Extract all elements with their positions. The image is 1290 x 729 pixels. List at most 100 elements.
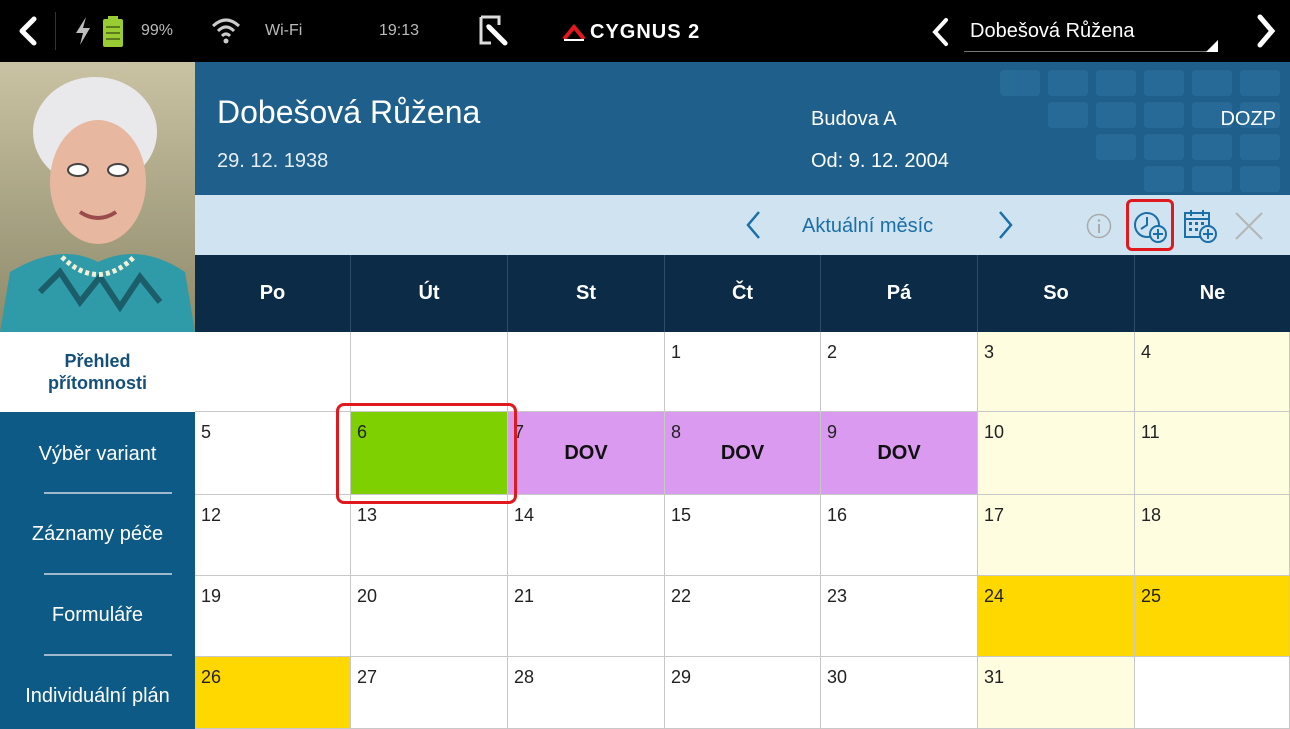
calendar-day-cell[interactable]: 29 [665, 657, 821, 729]
day-number: 27 [357, 667, 378, 687]
weekday-mon: Po [195, 255, 351, 332]
bolt-icon [76, 17, 90, 45]
calendar-day-cell[interactable]: 9 DOV [821, 412, 978, 495]
weekday-fri: Pá [821, 255, 978, 332]
highlight-day-6 [336, 403, 517, 504]
calendar-day-cell[interactable] [1135, 657, 1290, 729]
app-logo: CYGNUS 2 [562, 20, 700, 44]
next-month-icon[interactable] [995, 209, 1015, 241]
day-number: 9 [827, 422, 838, 442]
calendar-day-cell[interactable]: 5 [195, 412, 351, 495]
patient-building: Budova A [811, 108, 897, 130]
day-number: 23 [827, 586, 848, 606]
day-number: 2 [827, 342, 838, 362]
day-number: 11 [1141, 422, 1160, 442]
next-patient-icon[interactable] [1254, 14, 1278, 48]
calendar-day-cell[interactable]: 1 [665, 332, 821, 412]
day-number: 26 [201, 667, 222, 687]
patient-selector[interactable]: Dobešová Růžena [970, 20, 1135, 43]
highlight-add-time [1126, 199, 1174, 251]
calendar-day-cell[interactable]: 14 [508, 495, 665, 576]
calendar-day-cell[interactable]: 7 DOV [508, 412, 665, 495]
day-number: 19 [201, 586, 222, 606]
calendar-day-cell[interactable]: 11 [1135, 412, 1290, 495]
calendar-day-cell[interactable]: 24 [978, 576, 1135, 657]
sidebar-item-care-records[interactable]: Záznamy péče [0, 494, 195, 574]
calendar-day-cell[interactable] [195, 332, 351, 412]
day-number: 18 [1141, 505, 1162, 525]
sidebar-item-attendance[interactable]: Přehled přítomnosti [0, 332, 195, 412]
edit-icon[interactable] [477, 13, 511, 47]
patient-name: Dobešová Růžena [217, 94, 481, 130]
calendar-day-cell[interactable]: 23 [821, 576, 978, 657]
weekday-wed: St [508, 255, 665, 332]
battery-percent: 99% [141, 22, 174, 39]
weekday-thu: Čt [665, 255, 821, 332]
sidebar-item-label: Formuláře [51, 603, 144, 626]
calendar-day-cell[interactable]: 27 [351, 657, 508, 729]
calendar-day-cell[interactable]: 4 [1135, 332, 1290, 412]
day-number: 16 [827, 505, 848, 525]
back-icon[interactable] [14, 16, 42, 46]
calendar-day-cell[interactable]: 22 [665, 576, 821, 657]
calendar-day-cell[interactable]: 13 [351, 495, 508, 576]
sidebar-item-individual-plan[interactable]: Individuální plán [0, 656, 195, 729]
calendar-day-cell[interactable]: 19 [195, 576, 351, 657]
calendar-day-cell[interactable]: 30 [821, 657, 978, 729]
day-number: 4 [1141, 342, 1152, 362]
sidebar-item-variants[interactable]: Výběr variant [0, 414, 195, 494]
calendar-day-cell[interactable]: 18 [1135, 495, 1290, 576]
day-number: 15 [671, 505, 692, 525]
calendar-day-cell[interactable]: 3 [978, 332, 1135, 412]
sidebar: Přehled přítomnosti Výběr variant Záznam… [0, 332, 195, 729]
day-number: 30 [827, 667, 848, 687]
logo-mark-icon [562, 23, 586, 41]
day-number: 21 [514, 586, 535, 606]
status-bar: 99% Wi-Fi 19:13 CYGNUS 2 Dobešová Růžena [0, 0, 1290, 62]
calendar-day-cell[interactable]: 28 [508, 657, 665, 729]
calendar-day-cell[interactable]: 2 [821, 332, 978, 412]
service-type: DOZP [1220, 108, 1276, 130]
sidebar-item-label: Individuální plán [25, 684, 170, 707]
calendar-day-cell[interactable] [351, 332, 508, 412]
calendar-day-cell[interactable]: 15 [665, 495, 821, 576]
status-separator [55, 12, 56, 50]
calendar-day-cell[interactable]: 21 [508, 576, 665, 657]
calendar-day-cell[interactable]: 31 [978, 657, 1135, 729]
dropdown-triangle-icon[interactable] [1206, 40, 1218, 52]
calendar-day-cell[interactable] [508, 332, 665, 412]
patient-header: Dobešová Růžena 29. 12. 1938 Budova A Od… [195, 62, 1290, 195]
previous-patient-icon[interactable] [930, 17, 952, 47]
day-number: 22 [671, 586, 692, 606]
weekday-sun: Ne [1199, 282, 1226, 304]
info-icon[interactable] [1086, 213, 1112, 239]
app-logo-text: CYGNUS 2 [590, 20, 701, 43]
sidebar-item-label: Přehled přítomnosti [48, 351, 147, 393]
wifi-icon [211, 18, 241, 44]
leave-tag: DOV [720, 442, 765, 464]
calendar-day-cell[interactable]: 10 [978, 412, 1135, 495]
calendar-day-cell[interactable]: 8 DOV [665, 412, 821, 495]
add-calendar-icon[interactable] [1182, 208, 1218, 244]
day-number: 25 [1141, 586, 1162, 606]
day-number: 31 [984, 667, 1005, 687]
clock-time: 19:13 [379, 22, 420, 39]
calendar-day-cell[interactable]: 12 [195, 495, 351, 576]
day-number: 5 [201, 422, 212, 442]
wifi-label: Wi-Fi [265, 22, 303, 39]
calendar-day-cell[interactable]: 26 [195, 657, 351, 729]
day-number: 10 [984, 422, 1005, 442]
calendar-grid: 1 2 3 4 5 6 7 DOV 8 DOV 9 DOV 10 11 12 13 14 15 16 17 18 19 20… [195, 332, 1290, 729]
day-number: 28 [514, 667, 535, 687]
previous-month-icon[interactable] [744, 209, 764, 241]
sidebar-item-label: Záznamy péče [31, 522, 164, 545]
calendar-day-cell[interactable]: 25 [1135, 576, 1290, 657]
current-month-label[interactable]: Aktuální měsíc [802, 215, 933, 238]
weekday-tue: Út [351, 255, 508, 332]
calendar-day-cell[interactable]: 20 [351, 576, 508, 657]
sidebar-item-label: Výběr variant [38, 442, 157, 465]
calendar-day-cell[interactable]: 16 [821, 495, 978, 576]
calendar-day-cell[interactable]: 17 [978, 495, 1135, 576]
sidebar-item-forms[interactable]: Formuláře [0, 575, 195, 655]
close-icon[interactable] [1233, 210, 1265, 242]
